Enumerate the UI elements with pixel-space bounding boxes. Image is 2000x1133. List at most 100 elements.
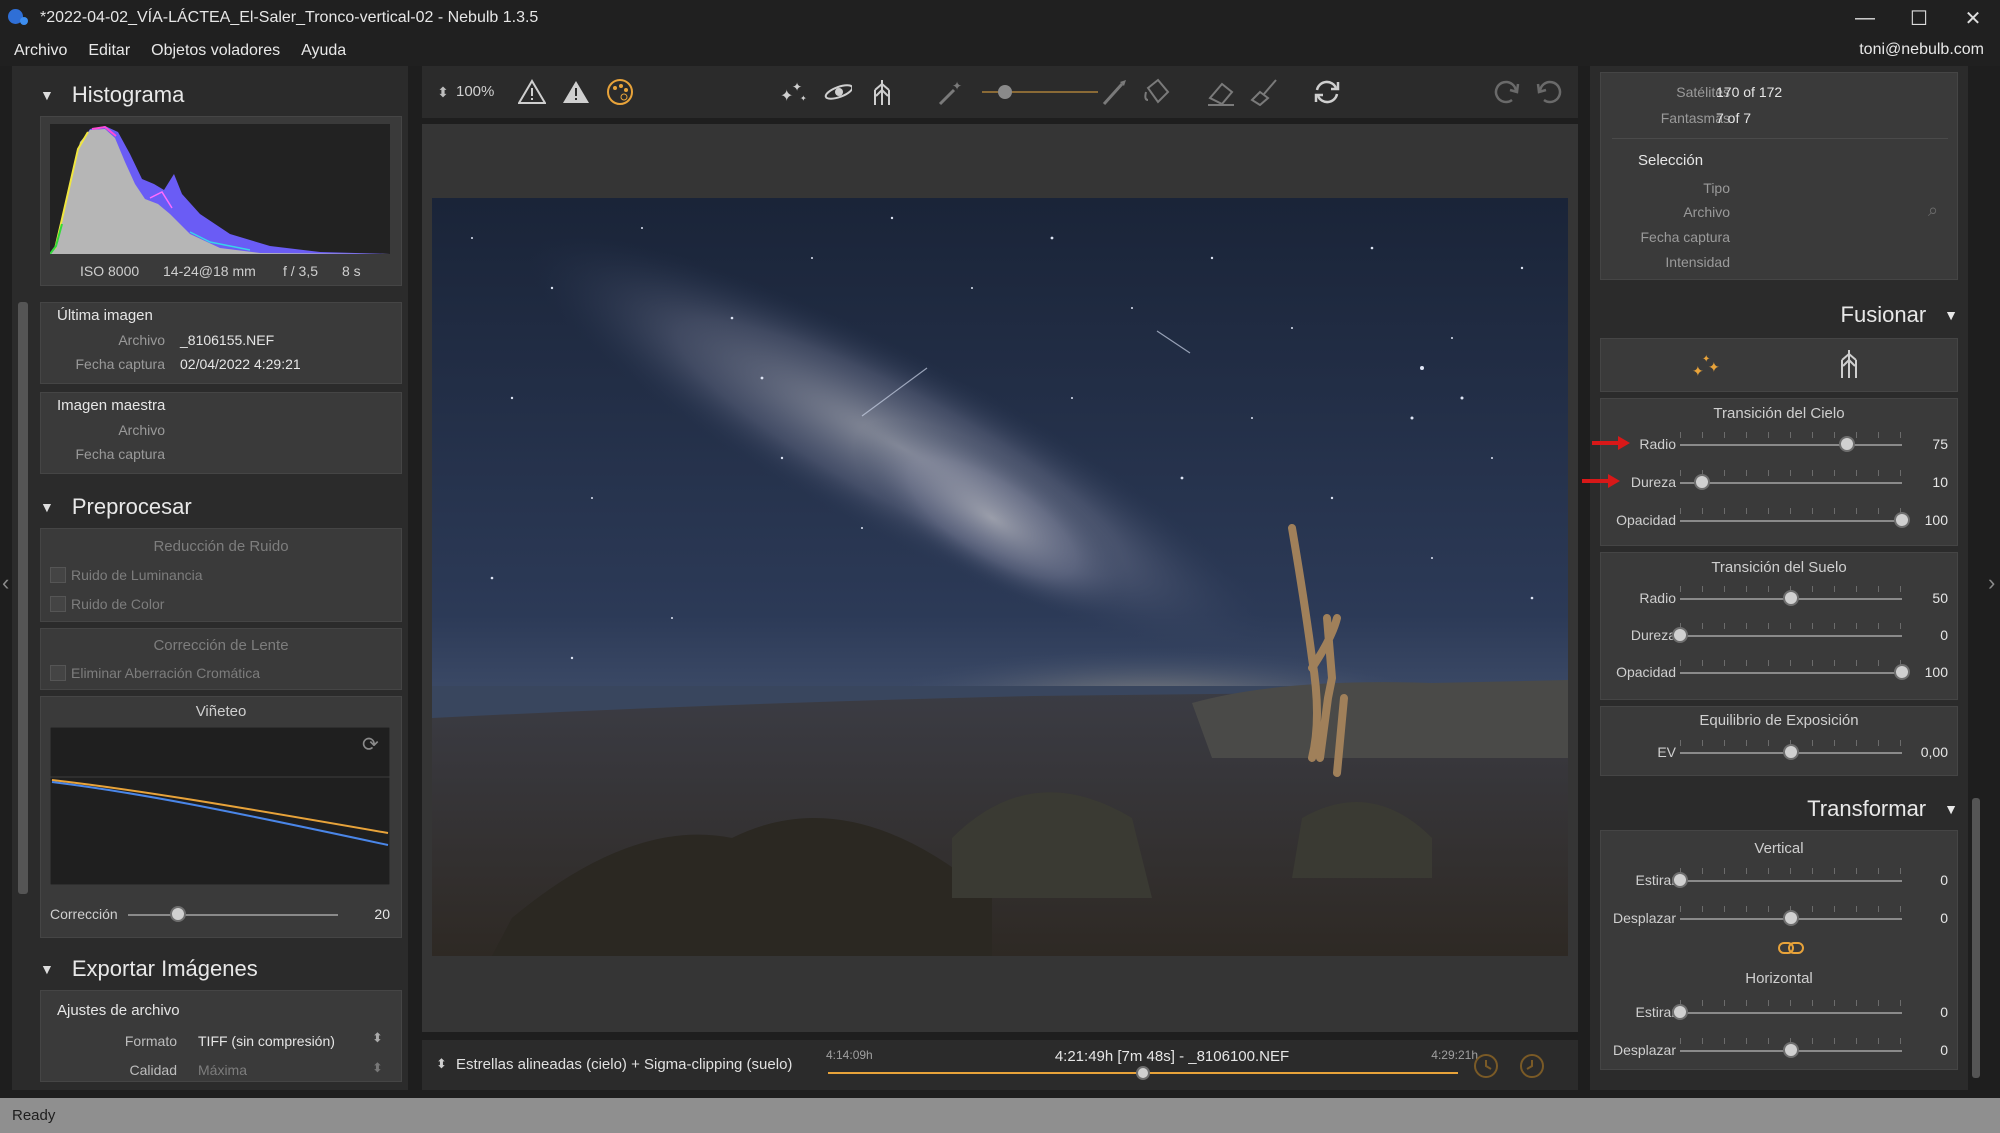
zoom-stepper-icon[interactable]: ⬍ (436, 78, 450, 106)
menu-editar[interactable]: Editar (81, 42, 137, 60)
slider-knob-estirar[interactable] (1672, 872, 1688, 888)
quality-label: Calidad (129, 1062, 177, 1078)
slider-label-opacidad: Opacidad (1616, 512, 1676, 528)
satelites-label: Satélites (1676, 84, 1730, 100)
clock-back-icon[interactable] (1516, 1050, 1546, 1085)
menu-objetos-voladores[interactable]: Objetos voladores (144, 42, 287, 60)
quality-select[interactable]: Máxima (198, 1062, 247, 1078)
zoom-level[interactable]: 100% (456, 83, 494, 100)
undo-icon[interactable] (1534, 78, 1562, 106)
slider-value-opacidad: 100 (1924, 664, 1948, 680)
left-panel-collapse-icon[interactable]: ‹ (2, 570, 9, 596)
redo-icon[interactable] (1492, 78, 1520, 106)
ground-tree-tab-icon[interactable] (1836, 348, 1862, 385)
selection-title: Selección (1638, 152, 1704, 169)
milky-way-icon[interactable] (824, 78, 852, 106)
slider-track-estirar[interactable] (1680, 880, 1902, 882)
astro-photo-preview[interactable] (432, 198, 1568, 956)
preprocess-title: Preprocesar (71, 494, 192, 519)
status-bar: Ready (0, 1098, 2000, 1133)
slider-value-radio: 75 (1932, 436, 1948, 452)
preprocess-section-header[interactable]: ▼ Preprocesar (40, 494, 192, 520)
format-select-arrows-icon[interactable]: ⬍ (372, 1030, 383, 1046)
slider-knob-desplazar[interactable] (1783, 910, 1799, 926)
right-panel-scrollbar[interactable] (1972, 798, 1980, 1078)
paint-bucket-icon[interactable] (1142, 78, 1170, 106)
luminance-noise-checkbox[interactable] (50, 567, 66, 583)
left-panel-scrollbar[interactable] (18, 302, 28, 894)
iso-value: ISO 8000 (80, 263, 140, 279)
collapse-triangle-icon: ▼ (40, 961, 54, 977)
palette-icon[interactable] (606, 78, 634, 106)
mode-stepper-icon[interactable]: ⬍ (436, 1056, 447, 1072)
collapse-triangle-icon: ▼ (40, 499, 54, 515)
link-chain-icon[interactable] (1778, 941, 1804, 960)
format-label: Formato (124, 1033, 177, 1049)
locate-file-icon[interactable]: ⌕ (1928, 200, 1938, 221)
clock-forward-icon[interactable] (1472, 1050, 1502, 1085)
selection-archivo-label: Archivo (1683, 204, 1730, 220)
magic-wand-icon[interactable]: ✦ (936, 78, 964, 106)
menu-ayuda[interactable]: Ayuda (294, 42, 353, 60)
format-select[interactable]: TIFF (sin compresión) (198, 1033, 335, 1049)
ground-tree-icon[interactable] (868, 78, 896, 106)
export-title: Exportar Imágenes (71, 956, 258, 981)
menu-archivo[interactable]: Archivo (7, 42, 74, 60)
refresh-icon[interactable] (1312, 78, 1340, 106)
sky-stars-tab-icon[interactable]: ✦ ✦ ✦ (1690, 350, 1724, 385)
annotation-arrow-dureza (1582, 474, 1622, 493)
correction-slider-track[interactable] (128, 914, 338, 916)
slider-track-opacidad[interactable] (1680, 520, 1902, 522)
broom-icon[interactable] (1250, 78, 1278, 106)
brush-icon[interactable] (1100, 78, 1128, 106)
slider-knob-estirar[interactable] (1672, 1004, 1688, 1020)
histogram-title: Histograma (71, 82, 185, 107)
vignette-reset-icon[interactable]: ⟳ (362, 732, 379, 757)
warning-filled-icon[interactable] (562, 78, 590, 106)
stack-mode[interactable]: Estrellas alineadas (cielo) + Sigma-clip… (456, 1056, 792, 1073)
svg-text:✦: ✦ (800, 94, 807, 103)
last-image-title: Última imagen (57, 307, 153, 324)
slider-value-desplazar: 0 (1940, 1042, 1948, 1058)
ev-value: 0,00 (1920, 744, 1948, 760)
slider-label-dureza: Dureza (1630, 627, 1676, 643)
minimize-button[interactable]: — (1838, 0, 1892, 36)
fantasmas-label: Fantasmas (1660, 110, 1730, 126)
warning-outline-icon[interactable] (518, 78, 546, 106)
close-button[interactable]: ✕ (1946, 0, 2000, 36)
slider-track-radio[interactable] (1680, 444, 1902, 446)
histogram-section-header[interactable]: ▼ Histograma (40, 82, 184, 108)
timeline-knob[interactable] (1136, 1066, 1150, 1080)
slider-knob-radio[interactable] (1838, 436, 1855, 452)
eraser-icon[interactable] (1206, 78, 1234, 106)
svg-text:✦: ✦ (1708, 360, 1720, 376)
slider-track-dureza[interactable] (1680, 482, 1902, 484)
bottom-bar: ⬍ Estrellas alineadas (cielo) + Sigma-cl… (422, 1040, 1578, 1090)
master-image-title: Imagen maestra (57, 397, 166, 414)
slider-knob-dureza[interactable] (1672, 627, 1688, 643)
ev-slider-knob[interactable] (1783, 744, 1799, 760)
status-text: Ready (12, 1107, 56, 1124)
brush-size-slider-knob[interactable] (998, 85, 1012, 99)
slider-ticks (1680, 1000, 1902, 1006)
slider-track-opacidad[interactable] (1680, 672, 1902, 674)
fusionar-section-header[interactable]: Fusionar ▼ (1600, 302, 1958, 328)
transformar-section-header[interactable]: Transformar ▼ (1600, 796, 1958, 822)
master-image-archivo-label: Archivo (118, 422, 165, 438)
fusionar-title: Fusionar (1840, 302, 1927, 327)
user-account[interactable]: toni@nebulb.com (1859, 41, 1984, 59)
stars-icon[interactable]: ✦ ✦ ✦ (780, 78, 808, 106)
slider-track-dureza[interactable] (1680, 635, 1902, 637)
right-panel-collapse-icon[interactable]: › (1988, 570, 1995, 596)
quality-select-arrows-icon[interactable]: ⬍ (372, 1060, 383, 1076)
slider-track-estirar[interactable] (1680, 1012, 1902, 1014)
slider-ticks (1680, 868, 1902, 874)
slider-knob-radio[interactable] (1783, 590, 1799, 606)
chromatic-aberration-checkbox[interactable] (50, 665, 66, 681)
detections-box (1600, 72, 1958, 280)
maximize-button[interactable]: ☐ (1892, 0, 1946, 36)
slider-label-desplazar: Desplazar (1612, 1042, 1676, 1058)
export-section-header[interactable]: ▼ Exportar Imágenes (40, 956, 258, 982)
color-noise-checkbox[interactable] (50, 596, 66, 612)
slider-knob-desplazar[interactable] (1783, 1042, 1799, 1058)
